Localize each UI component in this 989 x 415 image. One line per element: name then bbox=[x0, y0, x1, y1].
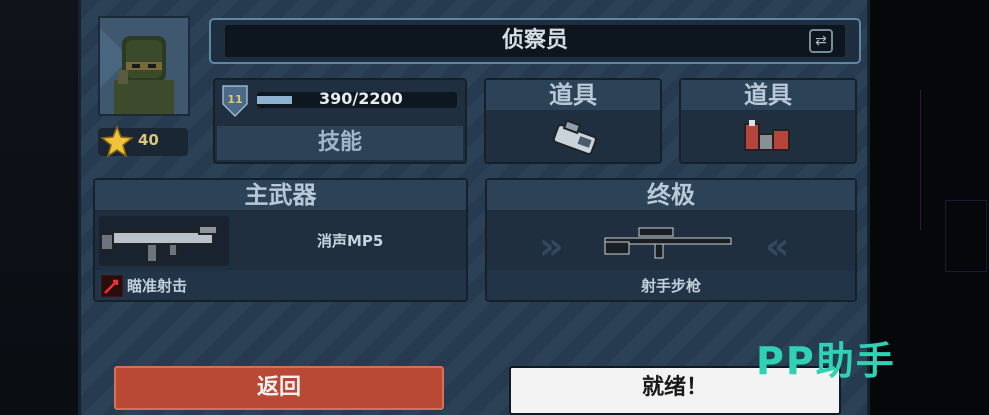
primary-weapon-name: 消声MP5 bbox=[317, 232, 384, 250]
xp-bar-fill bbox=[257, 96, 293, 104]
chevron-right-icon: » bbox=[539, 224, 564, 268]
item-slot-label: 道具 bbox=[486, 80, 660, 110]
ultimate-panel[interactable]: 终极 » « 射手步枪 bbox=[485, 178, 857, 302]
background-left bbox=[0, 0, 78, 415]
item-slot-2[interactable]: 道具 bbox=[679, 78, 857, 164]
primary-weapon-panel[interactable]: 主武器 消声MP5 瞄准射击 bbox=[93, 178, 468, 302]
xp-text: 390/2200 bbox=[319, 89, 403, 108]
star-icon bbox=[100, 125, 134, 158]
neon-decor bbox=[945, 200, 987, 272]
marksman-rifle-icon bbox=[604, 227, 732, 259]
perk-label: 瞄准射击 bbox=[127, 277, 188, 295]
rank-number: 11 bbox=[227, 93, 242, 106]
swap-character-button[interactable]: ⇄ bbox=[809, 29, 833, 53]
back-button[interactable]: 返回 bbox=[114, 366, 444, 410]
character-name: 侦察员 bbox=[501, 28, 568, 53]
smg-icon bbox=[100, 225, 218, 263]
level-value: 40 bbox=[138, 131, 159, 149]
mine-icon bbox=[552, 119, 597, 155]
ultimate-name: 射手步枪 bbox=[640, 277, 701, 295]
item-slot-1[interactable]: 道具 bbox=[484, 78, 662, 164]
loadout-panel: 40 侦察员 ⇄ 11 390/2200 技能 道具 道具 主武器 消声MP5 … bbox=[78, 0, 870, 415]
ultimate-header: 终极 bbox=[487, 180, 855, 210]
primary-weapon-perk: 瞄准射击 bbox=[95, 270, 466, 300]
swap-icon: ⇄ bbox=[815, 33, 827, 49]
chevron-left-icon: « bbox=[765, 224, 790, 268]
aim-shot-icon bbox=[101, 275, 123, 297]
rank-shield-icon: 11 bbox=[222, 85, 248, 118]
character-name-bar: 侦察员 ⇄ bbox=[209, 18, 861, 64]
soldier-portrait-icon bbox=[100, 18, 188, 114]
ultimate-name-bar: 射手步枪 bbox=[487, 270, 855, 300]
skill-panel: 11 390/2200 技能 bbox=[213, 78, 467, 164]
primary-weapon-header: 主武器 bbox=[95, 180, 466, 210]
skill-button[interactable]: 技能 bbox=[217, 126, 463, 160]
watermark: PP助手 bbox=[756, 339, 896, 383]
weapon-slot bbox=[99, 216, 229, 266]
explosive-charge-icon bbox=[744, 120, 790, 151]
level-badge: 40 bbox=[98, 125, 188, 158]
item-slot-label: 道具 bbox=[681, 80, 855, 110]
character-portrait[interactable] bbox=[98, 16, 190, 116]
